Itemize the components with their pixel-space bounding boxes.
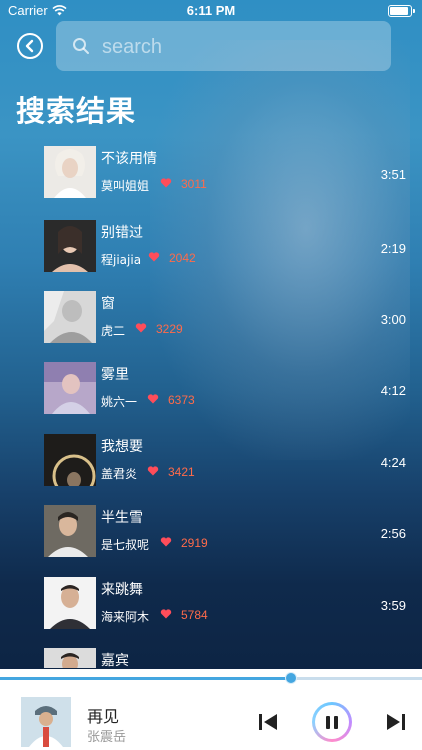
song-title: 别错过 xyxy=(101,225,143,241)
song-duration: 3:00 xyxy=(380,312,406,327)
song-duration: 3:51 xyxy=(380,167,406,182)
artist-name: 莫叫姐姐 xyxy=(101,179,150,193)
pause-bar xyxy=(326,716,330,729)
heart-icon xyxy=(160,609,172,619)
artist-name: 姚六一 xyxy=(101,395,138,409)
song-title: 雾里 xyxy=(101,367,129,383)
like-count: 3011 xyxy=(181,177,207,191)
song-title: 我想要 xyxy=(101,439,143,455)
heart-icon xyxy=(160,537,172,547)
now-playing-cover xyxy=(21,697,71,747)
progress-thumb[interactable] xyxy=(285,672,298,684)
pause-button[interactable] xyxy=(312,702,352,742)
previous-track-icon[interactable] xyxy=(258,713,278,731)
song-row[interactable]: 来跳舞 海来阿木 5784 3:59 xyxy=(0,577,422,637)
song-title: 嘉宾 xyxy=(101,653,129,669)
mini-player[interactable]: 再见 张震岳 xyxy=(0,669,422,750)
song-title: 不该用情 xyxy=(101,151,157,167)
song-row[interactable]: 半生雪 是七叔呢 2919 2:56 xyxy=(0,505,422,565)
heart-icon xyxy=(148,252,160,262)
page-title: 搜索结果 xyxy=(16,94,137,128)
album-cover xyxy=(44,291,96,343)
like-count: 3229 xyxy=(156,322,183,336)
heart-icon xyxy=(135,323,147,333)
artist-name: 海来阿木 xyxy=(101,610,150,624)
like-count: 6373 xyxy=(168,393,195,407)
song-title: 来跳舞 xyxy=(101,582,143,598)
song-title: 窗 xyxy=(101,296,115,312)
song-row[interactable]: 别错过 程jiajia 2042 2:19 xyxy=(0,220,422,280)
progress-fill xyxy=(0,677,292,680)
song-row[interactable]: 我想要 盖君炎 3421 4:24 xyxy=(0,434,422,494)
clock: 6:11 PM xyxy=(186,3,236,18)
song-duration: 2:19 xyxy=(380,241,406,256)
heart-icon xyxy=(147,394,159,404)
song-row[interactable]: 雾里 姚六一 6373 4:12 xyxy=(0,362,422,422)
heart-icon xyxy=(160,178,172,188)
next-track-icon[interactable] xyxy=(386,713,406,731)
like-count: 5784 xyxy=(181,608,208,622)
artist-name: 虎二 xyxy=(101,324,126,338)
album-cover xyxy=(44,434,96,486)
like-count: 3421 xyxy=(168,465,195,479)
search-icon xyxy=(73,38,89,54)
song-duration: 3:59 xyxy=(380,598,406,613)
artist-name: 盖君炎 xyxy=(101,467,138,481)
like-count: 2919 xyxy=(181,536,208,550)
like-count: 2042 xyxy=(169,251,196,265)
search-bar[interactable] xyxy=(56,21,391,71)
album-cover xyxy=(44,648,96,668)
album-cover xyxy=(44,577,96,629)
album-cover xyxy=(44,146,96,198)
song-duration: 2:56 xyxy=(380,526,406,541)
status-bar: Carrier 6:11 PM xyxy=(0,0,422,22)
now-playing-title: 再见 xyxy=(87,707,120,726)
heart-icon xyxy=(147,466,159,476)
song-duration: 4:12 xyxy=(380,383,406,398)
song-title: 半生雪 xyxy=(101,510,143,526)
now-playing-artist: 张震岳 xyxy=(87,730,127,745)
song-row[interactable]: 窗 虎二 3229 3:00 xyxy=(0,291,422,351)
song-row[interactable]: 不该用情 莫叫姐姐 3011 3:51 xyxy=(0,146,422,206)
chevron-left-icon xyxy=(25,39,34,53)
search-input[interactable] xyxy=(100,31,384,63)
battery-icon xyxy=(388,5,415,17)
pause-icon xyxy=(315,705,349,739)
back-button[interactable] xyxy=(17,33,43,59)
artist-name: 程jiajia xyxy=(101,253,142,267)
album-cover xyxy=(44,505,96,557)
pause-bar xyxy=(334,716,338,729)
album-cover xyxy=(44,220,96,272)
artist-name: 是七叔呢 xyxy=(101,538,150,552)
song-duration: 4:24 xyxy=(380,455,406,470)
album-cover xyxy=(44,362,96,414)
